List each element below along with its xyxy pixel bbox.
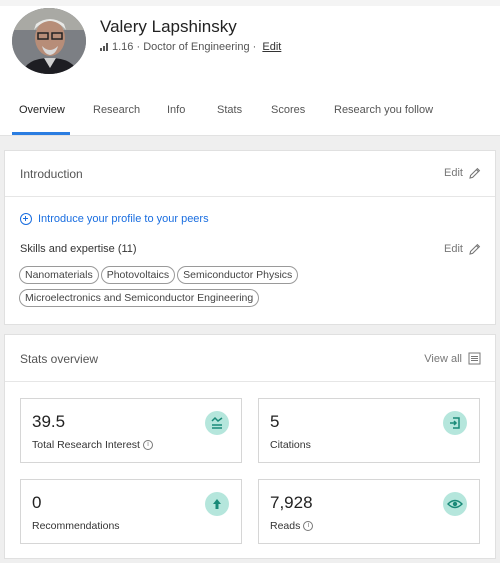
stat-label-text: Citations: [270, 439, 311, 451]
stat-value: 0: [32, 493, 42, 512]
introduce-profile-label: Introduce your profile to your peers: [38, 213, 209, 225]
skill-chip[interactable]: Microelectronics and Semiconductor Engin…: [19, 289, 260, 307]
plus-circle-icon: [20, 213, 32, 225]
skill-chip[interactable]: Photovoltaics: [100, 266, 176, 284]
introduction-title: Introduction: [20, 167, 83, 181]
active-tab-indicator: [12, 132, 70, 135]
stat-value: 7,928: [270, 493, 313, 512]
profile-meta: 1.16 · Doctor of Engineering · Edit: [100, 41, 281, 53]
info-icon[interactable]: i: [142, 440, 153, 450]
info-icon[interactable]: i: [303, 521, 314, 531]
view-all-stats-button[interactable]: View all: [424, 352, 481, 365]
stat-research-interest[interactable]: 39.5 Total Research Interest i: [20, 398, 242, 463]
stat-label-text: Recommendations: [32, 520, 120, 532]
stat-recommendations[interactable]: 0 Recommendations: [20, 479, 242, 544]
stat-value: 5: [270, 412, 280, 431]
research-score: 1.16: [112, 41, 134, 53]
view-all-label: View all: [424, 352, 462, 365]
introduction-card: Introduction Edit Introduce your profile…: [4, 150, 496, 325]
eye-icon: [443, 492, 467, 516]
tab-info[interactable]: Info: [167, 104, 185, 116]
arrow-up-icon: [205, 492, 229, 516]
tab-research[interactable]: Research: [93, 104, 140, 116]
stat-label: Recommendations: [32, 520, 120, 532]
tab-overview[interactable]: Overview: [19, 104, 65, 116]
stat-label: Total Research Interest i: [32, 439, 153, 451]
stats-title: Stats overview: [20, 352, 99, 366]
tab-research-you-follow[interactable]: Research you follow: [334, 104, 433, 116]
list-icon: [468, 352, 481, 365]
skill-chip[interactable]: Semiconductor Physics: [177, 266, 299, 284]
stat-label: Citations: [270, 439, 311, 451]
skill-chip[interactable]: Nanomaterials: [19, 266, 99, 284]
stat-label-text: Total Research Interest: [32, 439, 140, 451]
profile-header: Valery Lapshinsky 1.16 · Doctor of Engin…: [0, 6, 500, 136]
stat-label: Reads i: [270, 520, 314, 532]
profile-name: Valery Lapshinsky: [100, 17, 237, 36]
skills-list: Nanomaterials Photovoltaics Semiconducto…: [19, 266, 489, 307]
stat-citations[interactable]: 5 Citations: [258, 398, 480, 463]
divider: [5, 381, 495, 382]
avatar[interactable]: [12, 8, 86, 74]
stats-overview-card: Stats overview View all 39.5 Total Resea…: [4, 334, 496, 559]
meta-separator: ·: [133, 41, 144, 53]
research-interest-icon: [205, 411, 229, 435]
pencil-icon: [469, 243, 481, 255]
edit-label: Edit: [444, 243, 463, 255]
skills-label: Skills and expertise (11): [20, 243, 137, 255]
introduce-profile-link[interactable]: Introduce your profile to your peers: [20, 213, 209, 225]
pencil-icon: [469, 167, 481, 179]
stat-label-text: Reads: [270, 520, 301, 532]
tab-stats[interactable]: Stats: [217, 104, 242, 116]
divider: [5, 196, 495, 197]
edit-profile-link[interactable]: Edit: [262, 41, 281, 53]
edit-skills-button[interactable]: Edit: [444, 243, 481, 255]
stat-value: 39.5: [32, 412, 66, 431]
stat-reads[interactable]: 7,928 Reads i: [258, 479, 480, 544]
edit-introduction-button[interactable]: Edit: [444, 167, 481, 179]
score-bars-icon: [100, 43, 108, 51]
citation-icon: [443, 411, 467, 435]
degree: Doctor of Engineering: [143, 41, 250, 53]
meta-separator: ·: [249, 41, 260, 53]
profile-tabs: Overview Research Info Stats Scores Rese…: [0, 96, 500, 136]
edit-label: Edit: [444, 167, 463, 179]
tab-scores[interactable]: Scores: [271, 104, 305, 116]
